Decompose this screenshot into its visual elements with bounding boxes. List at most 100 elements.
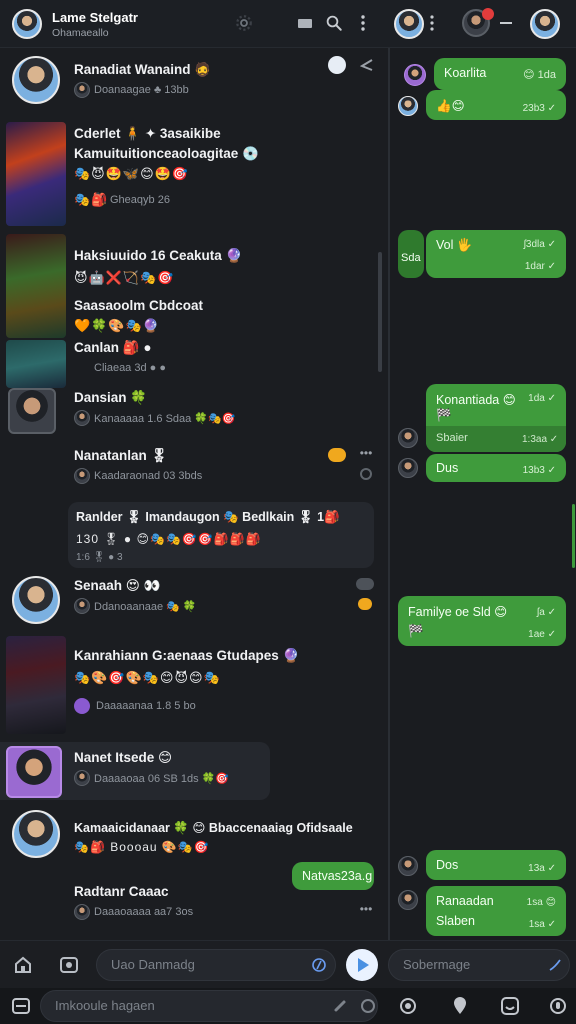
chat-item[interactable]: Nanatanlan 🎖 Kaadaraonad 03 3bds ••• xyxy=(0,440,388,490)
message-bubble[interactable]: Ranaadan Slaben 1sa 😊 1sa ✓ xyxy=(426,886,566,936)
keyboard-icon[interactable] xyxy=(10,996,32,1016)
chat-item[interactable]: Radtanr Caaac Daaaoaaaa aa7 3os ••• xyxy=(0,878,388,930)
pin-icon[interactable] xyxy=(358,56,376,74)
camera-icon[interactable] xyxy=(398,996,418,1016)
chat-preview: Kanaaaaa 1.6 Sdaa 🍀🎭🎯 xyxy=(94,413,236,425)
chat-name: Dansian 🍀 xyxy=(74,390,148,405)
mini-avatar xyxy=(74,82,90,98)
avatar xyxy=(6,746,62,798)
message-text: 👍😊 xyxy=(436,99,465,113)
gear-icon[interactable] xyxy=(234,13,254,33)
message-bubble[interactable]: Koarlita 😊 1da xyxy=(434,58,566,90)
chat-name: Nanatanlan 🎖 xyxy=(74,448,168,463)
scrollbar[interactable] xyxy=(572,504,575,568)
search-icon[interactable] xyxy=(324,13,344,33)
chat-item[interactable]: Dansian 🍀 Kanaaaaa 1.6 Sdaa 🍀🎭🎯 xyxy=(0,340,388,434)
avatar xyxy=(398,458,418,478)
send-button[interactable] xyxy=(346,949,378,981)
more-vertical-icon[interactable] xyxy=(356,13,370,33)
chat-item[interactable]: Haksiuuido 16 Ceakuta 🔮 😈🤖❌🏹🎭🎯 Saasaoolm… xyxy=(0,234,388,338)
message-meta: ʃa ✓ xyxy=(537,607,556,618)
message-text-line3: Sbaier xyxy=(436,432,468,444)
chat-name: Radtanr Caaac xyxy=(74,884,169,899)
message-text: Ranaadan xyxy=(436,894,494,908)
reaction-badge xyxy=(358,598,372,610)
more-vertical-icon[interactable] xyxy=(426,13,438,33)
chat-preview: Daaaoaaaa aa7 3os xyxy=(94,906,194,918)
chat-item[interactable]: Ranlder 🎖 Imandaugon 🎭 Bedlkain 🎖 1🎒 130… xyxy=(68,502,374,568)
app-subtitle: Ohamaeallo xyxy=(52,27,109,39)
profile-avatar[interactable] xyxy=(530,9,560,39)
mini-avatar xyxy=(74,770,90,786)
game-art-thumbnail xyxy=(6,340,66,388)
chat-name: Cderlet 🧍 ✦ 3asaikibe xyxy=(74,126,221,141)
avatar xyxy=(8,388,56,434)
top-bar: Lame Stelgatr Ohamaeallo xyxy=(0,0,576,48)
sticker-icon[interactable] xyxy=(500,996,520,1016)
chat-item[interactable]: Ranadiat Wanaind 🧔 Doanaagae ♣ 13bb xyxy=(0,48,388,110)
chat-subtitle: Saasaoolm Cbdcoat xyxy=(74,298,204,313)
message-meta: 😊 1da xyxy=(523,69,556,81)
chat-name: Ranlder 🎖 Imandaugon 🎭 Bedlkain 🎖 1🎒 xyxy=(76,510,340,524)
chat-item[interactable]: Senaah 😍 👀 Ddanoaanaae 🎭 🍀 xyxy=(0,574,388,630)
image-icon[interactable] xyxy=(58,955,80,975)
notification-badge xyxy=(482,8,494,20)
message-input-right[interactable]: Sobermage xyxy=(388,949,570,981)
attach-icon[interactable] xyxy=(330,996,350,1016)
emoji-icon[interactable] xyxy=(358,996,378,1016)
gear-icon[interactable] xyxy=(358,466,374,482)
scrollbar[interactable] xyxy=(378,252,382,372)
message-bubble[interactable]: Vol 🖐 ʃ3dla ✓ 1dar ✓ xyxy=(426,230,566,278)
mini-avatar xyxy=(74,698,90,714)
home-icon[interactable] xyxy=(12,955,34,975)
voice-icon[interactable] xyxy=(548,996,568,1016)
message-bubble[interactable]: Dus 13b3 ✓ xyxy=(426,454,566,482)
emoji-row: 🧡🍀🎨🎭🔮 xyxy=(74,318,160,333)
chat-preview: Daaaaanaa 1.8 5 bo xyxy=(96,700,196,712)
message-text-line2: 🏁 xyxy=(436,408,452,422)
chat-item[interactable]: Kanrahiann G:aenaas Gtudapes 🔮 🎭🎨🎯🎨🎭😊😈😊🎭… xyxy=(0,636,388,734)
chat-item[interactable]: Nanet Itsede 😊 Daaaaoaa 06 SB 1ds 🍀🎯 xyxy=(0,742,270,800)
chat-name: Kamaaicidanaar 🍀 😊 Bbaccenaaiag Ofidsaal… xyxy=(74,821,353,835)
message-meta: ʃ3dla ✓ xyxy=(523,239,556,250)
chat-name: Kanrahiann G:aenaas Gtudapes 🔮 xyxy=(74,648,300,663)
message-meta: 23b3 ✓ xyxy=(522,103,556,114)
chat-subtitle: Kamuituitionceaoloagitae 💿 xyxy=(74,146,259,161)
chat-item[interactable]: Cderlet 🧍 ✦ 3asaikibe Kamuituitionceaolo… xyxy=(0,120,388,226)
message-text-line2: Slaben xyxy=(436,914,475,928)
avatar xyxy=(12,576,60,624)
chat-item[interactable]: Kamaaicidanaar 🍀 😊 Bbaccenaaiag Ofidsaal… xyxy=(0,810,388,860)
game-art-thumbnail xyxy=(6,234,66,338)
chat-name: Haksiuuido 16 Ceakuta 🔮 xyxy=(74,248,243,263)
message-text: Vol 🖐 xyxy=(436,238,473,252)
chat-preview: Daaaaoaa 06 SB 1ds 🍀🎯 xyxy=(94,773,230,785)
avatar xyxy=(398,96,418,116)
message-meta: 13a ✓ xyxy=(528,863,556,874)
video-icon[interactable] xyxy=(296,14,314,32)
mini-avatar xyxy=(74,904,90,920)
message-bubble[interactable]: Familye oe Sld 😊 🏁 ʃa ✓ 1ae ✓ xyxy=(398,596,566,646)
emoji-row: 😈🤖❌🏹🎭🎯 xyxy=(74,270,175,285)
mini-avatar xyxy=(74,468,90,484)
message-text-line2: 🏁 xyxy=(408,624,424,638)
mic-icon[interactable] xyxy=(544,955,566,975)
message-bubble[interactable]: Dos 13a ✓ xyxy=(426,850,566,880)
mic-icon[interactable] xyxy=(308,955,330,975)
game-art-thumbnail xyxy=(6,636,66,734)
message-input[interactable]: Uao Danmadg xyxy=(96,949,336,981)
more-horizontal-icon[interactable]: ••• xyxy=(356,902,376,916)
avatar xyxy=(398,428,418,448)
mute-toggle[interactable] xyxy=(356,578,374,590)
location-icon[interactable] xyxy=(450,996,470,1016)
avatar xyxy=(12,810,60,858)
avatar xyxy=(398,856,418,876)
message-bubble[interactable]: 👍😊 23b3 ✓ xyxy=(426,90,566,120)
search-field[interactable]: Imkooule hagaen xyxy=(40,990,378,1022)
app-avatar[interactable] xyxy=(12,9,42,39)
message-bubble-side[interactable]: Sda xyxy=(398,230,424,278)
conversation-panel: Koarlita 😊 1da 👍😊 23b3 ✓ Sda Vol 🖐 ʃ3dla… xyxy=(390,48,576,940)
contact-avatar[interactable] xyxy=(394,9,424,39)
message-meta: 13b3 ✓ xyxy=(522,465,556,476)
more-horizontal-icon[interactable]: ••• xyxy=(356,446,376,460)
message-text: Koarlita xyxy=(444,66,487,80)
